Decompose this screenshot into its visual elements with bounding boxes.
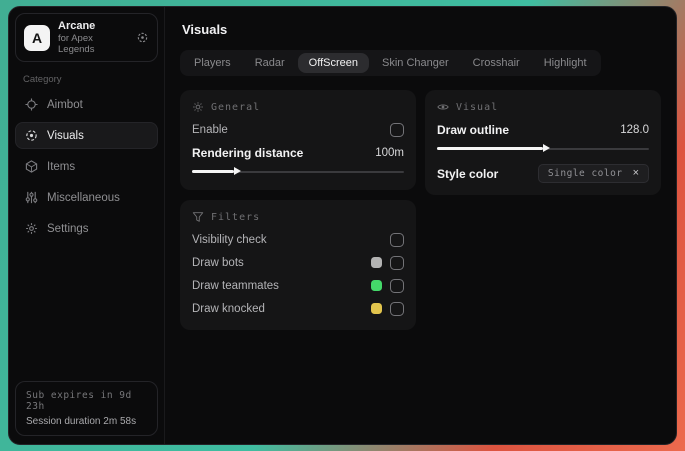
app-header-card: A Arcane for Apex Legends xyxy=(15,13,158,62)
app-logo: A xyxy=(24,24,50,51)
draw-knocked-label: Draw knocked xyxy=(192,302,265,315)
style-color-label: Style color xyxy=(437,166,499,181)
visual-panel-header: Visual xyxy=(437,101,649,113)
tab-highlight[interactable]: Highlight xyxy=(533,53,598,73)
tab-crosshair[interactable]: Crosshair xyxy=(462,53,531,73)
tab-bar: Players Radar OffScreen Skin Changer Cro… xyxy=(180,50,601,76)
page-title: Visuals xyxy=(182,22,228,37)
clear-icon[interactable]: × xyxy=(633,168,639,179)
draw-teammates-label: Draw teammates xyxy=(192,279,279,292)
draw-outline-row: Draw outline 128.0 xyxy=(437,119,649,140)
draw-bots-label: Draw bots xyxy=(192,256,244,269)
draw-outline-slider[interactable] xyxy=(437,143,649,156)
draw-outline-value: 128.0 xyxy=(620,123,649,136)
general-panel-title: General xyxy=(211,101,261,113)
eye-scan-icon xyxy=(25,129,38,142)
visibility-check-label: Visibility check xyxy=(192,233,267,246)
tab-players[interactable]: Players xyxy=(183,53,242,73)
rendering-distance-label: Rendering distance xyxy=(192,145,304,160)
visibility-check-row: Visibility check xyxy=(192,229,404,250)
sidebar-item-settings[interactable]: Settings xyxy=(15,215,158,242)
draw-knocked-row: Draw knocked xyxy=(192,298,404,319)
enable-label: Enable xyxy=(192,123,228,136)
sidebar-item-label: Items xyxy=(47,160,76,173)
draw-knocked-checkbox[interactable] xyxy=(390,301,404,316)
draw-teammates-row: Draw teammates xyxy=(192,275,404,296)
rendering-distance-value: 100m xyxy=(375,146,404,159)
sidebar-item-aimbot[interactable]: Aimbot xyxy=(15,91,158,118)
sub-expires-text: Sub expires in 9d 23h xyxy=(26,390,132,412)
subscription-info-card: Sub expires in 9d 23h Session duration 2… xyxy=(15,381,158,436)
app-window: A Arcane for Apex Legends Category Aimbo… xyxy=(8,6,677,445)
app-titles: Arcane for Apex Legends xyxy=(58,20,128,55)
enable-checkbox[interactable] xyxy=(390,122,404,137)
style-color-row: Style color Single color × xyxy=(437,163,649,184)
main-content: Visuals Players Radar OffScreen Skin Cha… xyxy=(165,7,676,444)
tab-offscreen[interactable]: OffScreen xyxy=(297,53,369,73)
slider-fill[interactable] xyxy=(437,144,550,152)
visual-panel-title: Visual xyxy=(456,101,499,113)
sidebar: A Arcane for Apex Legends Category Aimbo… xyxy=(9,7,165,444)
sidebar-item-items[interactable]: Items xyxy=(15,153,158,180)
target-icon[interactable] xyxy=(136,31,149,44)
funnel-icon xyxy=(192,211,204,223)
tab-skin-changer[interactable]: Skin Changer xyxy=(371,53,460,73)
sun-icon xyxy=(192,101,204,113)
session-duration-text: Session duration 2m 58s xyxy=(26,416,137,427)
app-subtitle: for Apex Legends xyxy=(58,33,95,55)
rendering-distance-row: Rendering distance 100m xyxy=(192,142,404,163)
sidebar-item-label: Miscellaneous xyxy=(47,191,120,204)
visual-panel: Visual Draw outline 128.0 Style color Si… xyxy=(425,90,661,195)
style-color-dropdown[interactable]: Single color × xyxy=(537,164,649,183)
app-name: Arcane xyxy=(58,20,96,32)
left-column: General Enable Rendering distance 100m F… xyxy=(180,90,416,330)
tab-radar[interactable]: Radar xyxy=(244,53,296,73)
sidebar-item-label: Visuals xyxy=(47,129,84,142)
filters-panel: Filters Visibility check Draw bots Draw … xyxy=(180,200,416,330)
draw-knocked-color-swatch[interactable] xyxy=(371,303,382,314)
visibility-check-checkbox[interactable] xyxy=(390,232,404,247)
enable-row: Enable xyxy=(192,119,404,140)
right-column: Visual Draw outline 128.0 Style color Si… xyxy=(425,90,661,195)
sidebar-item-label: Settings xyxy=(47,222,89,235)
sidebar-nav: Aimbot Visuals Items Miscellaneous Setti… xyxy=(15,91,158,242)
gear-icon xyxy=(25,222,38,235)
sidebar-item-miscellaneous[interactable]: Miscellaneous xyxy=(15,184,158,211)
sidebar-item-visuals[interactable]: Visuals xyxy=(15,122,158,149)
eye-icon xyxy=(437,101,449,113)
desktop-background: { "app": { "logo_letter": "A", "name": "… xyxy=(0,0,685,451)
general-panel: General Enable Rendering distance 100m xyxy=(180,90,416,190)
draw-teammates-checkbox[interactable] xyxy=(390,278,404,293)
rendering-distance-slider[interactable] xyxy=(192,166,404,179)
crosshair-icon xyxy=(25,98,38,111)
sidebar-item-label: Aimbot xyxy=(47,98,83,111)
filters-panel-title: Filters xyxy=(211,211,261,223)
draw-bots-row: Draw bots xyxy=(192,252,404,273)
style-color-selected-value: Single color xyxy=(547,168,623,179)
draw-bots-color-swatch[interactable] xyxy=(371,257,382,268)
draw-teammates-color-swatch[interactable] xyxy=(371,280,382,291)
slider-fill[interactable] xyxy=(192,167,242,175)
cube-icon xyxy=(25,160,38,173)
panels-area: General Enable Rendering distance 100m F… xyxy=(180,90,661,330)
filters-panel-header: Filters xyxy=(192,211,404,223)
category-label: Category xyxy=(23,74,62,85)
general-panel-header: General xyxy=(192,101,404,113)
sliders-icon xyxy=(25,191,38,204)
draw-bots-checkbox[interactable] xyxy=(390,255,404,270)
draw-outline-label: Draw outline xyxy=(437,122,510,137)
